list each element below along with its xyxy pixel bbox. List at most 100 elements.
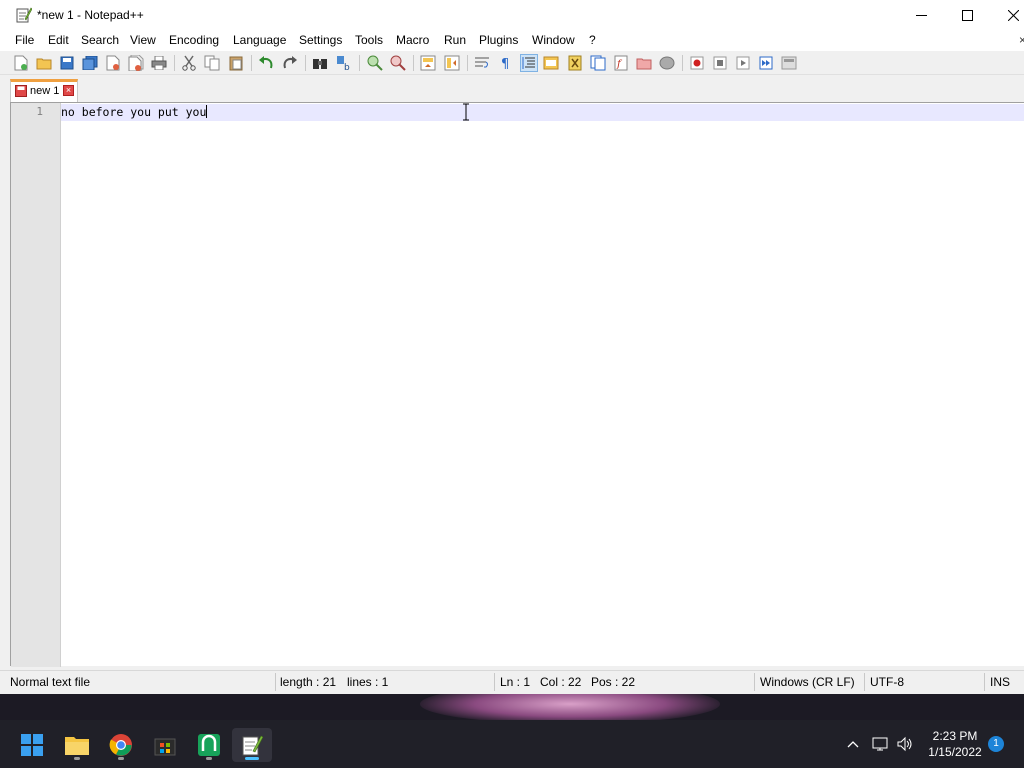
status-insert-mode: INS [990, 675, 1011, 689]
save-all-icon[interactable] [81, 54, 99, 72]
taskbar-clock[interactable]: 2:23 PM 1/15/2022 [922, 728, 988, 760]
microsoft-store-icon[interactable] [145, 728, 185, 762]
cut-icon[interactable] [180, 54, 198, 72]
find-icon[interactable] [311, 54, 329, 72]
wallpaper-glow [420, 694, 720, 720]
line-number-gutter: 1 [11, 103, 61, 667]
sync-vertical-icon[interactable] [419, 54, 437, 72]
redo-icon[interactable] [281, 54, 299, 72]
close-all-icon[interactable] [127, 54, 145, 72]
running-indicator [118, 757, 124, 760]
sync-horizontal-icon[interactable] [443, 54, 461, 72]
svg-text:b: b [344, 63, 350, 71]
svg-text:¶: ¶ [501, 57, 509, 70]
file-explorer-icon[interactable] [57, 728, 97, 762]
tab-label: new 1 [30, 85, 60, 97]
save-icon[interactable] [58, 54, 76, 72]
document-map-icon[interactable] [566, 54, 584, 72]
tab-bar: new 1 × [0, 75, 1024, 102]
menu-view[interactable]: View [130, 33, 156, 47]
menu-settings[interactable]: Settings [299, 33, 342, 47]
chrome-icon[interactable] [101, 728, 141, 762]
status-divider [754, 673, 755, 691]
running-indicator [206, 757, 212, 760]
show-all-characters-icon[interactable]: ¶ [497, 54, 515, 72]
new-file-icon[interactable] [12, 54, 30, 72]
editor-text: no before you put you [61, 105, 207, 119]
close-icon[interactable] [104, 54, 122, 72]
close-window-button[interactable] [990, 0, 1024, 31]
status-encoding: UTF-8 [870, 675, 904, 689]
toolbar: b ¶ f [0, 51, 1024, 75]
menu-tools[interactable]: Tools [355, 33, 383, 47]
minimize-icon [915, 15, 927, 16]
clock-time: 2:23 PM [932, 729, 978, 743]
folder-as-workspace-icon[interactable] [635, 54, 653, 72]
status-bar: Normal text file length : 21 lines : 1 L… [0, 670, 1024, 692]
menu-help[interactable]: ? [589, 33, 596, 47]
desktop-wallpaper [0, 694, 1024, 720]
indent-guide-icon[interactable] [520, 54, 538, 72]
status-divider [984, 673, 985, 691]
notification-badge[interactable]: 1 [988, 736, 1004, 752]
toolbar-separator [467, 55, 468, 71]
menu-encoding[interactable]: Encoding [169, 33, 219, 47]
menu-language[interactable]: Language [233, 33, 286, 47]
status-lines: lines : 1 [347, 675, 389, 689]
status-divider [494, 673, 495, 691]
undo-icon[interactable] [257, 54, 275, 72]
paste-icon[interactable] [227, 54, 245, 72]
replace-icon[interactable]: b [335, 54, 353, 72]
unsaved-file-icon [15, 85, 27, 97]
window-left-edge [0, 102, 10, 666]
save-macro-icon[interactable] [780, 54, 798, 72]
tab-close-icon[interactable]: × [63, 85, 74, 96]
word-wrap-icon[interactable] [473, 54, 491, 72]
menu-run[interactable]: Run [444, 33, 466, 47]
menu-macro[interactable]: Macro [396, 33, 429, 47]
title-bar: *new 1 - Notepad++ [0, 0, 1024, 31]
maximize-icon [961, 10, 973, 21]
text-caret [206, 105, 208, 118]
print-icon[interactable] [150, 54, 168, 72]
record-macro-icon[interactable] [688, 54, 706, 72]
line-number: 1 [36, 105, 43, 118]
notepadpp-icon[interactable] [232, 728, 272, 762]
function-list-icon[interactable]: f [612, 54, 630, 72]
green-app-icon[interactable] [189, 728, 229, 762]
minimize-button[interactable] [898, 0, 944, 31]
copy-icon[interactable] [203, 54, 221, 72]
windows-start-icon[interactable] [12, 728, 52, 762]
zoom-out-icon[interactable] [389, 54, 407, 72]
user-defined-language-icon[interactable] [542, 54, 560, 72]
status-eol: Windows (CR LF) [760, 675, 855, 689]
toolbar-separator [174, 55, 175, 71]
menu-file[interactable]: File [15, 33, 34, 47]
maximize-button[interactable] [944, 0, 990, 31]
menu-plugins[interactable]: Plugins [479, 33, 518, 47]
playback-macro-icon[interactable] [734, 54, 752, 72]
stop-recording-icon[interactable] [711, 54, 729, 72]
document-list-icon[interactable] [589, 54, 607, 72]
notepadpp-app-icon [16, 7, 32, 23]
status-file-type: Normal text file [10, 675, 91, 689]
toolbar-separator [251, 55, 252, 71]
status-length: length : 21 [280, 675, 337, 689]
editor-text-line[interactable]: no before you put you [61, 105, 208, 119]
toolbar-separator [413, 55, 414, 71]
menu-search[interactable]: Search [81, 33, 119, 47]
run-macro-multiple-icon[interactable] [757, 54, 775, 72]
clock-date: 1/15/2022 [928, 745, 982, 759]
menu-window[interactable]: Window [532, 33, 575, 47]
editor-area[interactable]: 1 no before you put you [10, 102, 1024, 667]
open-file-icon[interactable] [35, 54, 53, 72]
chevron-up-icon[interactable] [843, 734, 863, 754]
tab-new-1[interactable]: new 1 × [10, 79, 78, 102]
zoom-in-icon[interactable] [366, 54, 384, 72]
close-document-icon[interactable]: × [1019, 33, 1024, 47]
volume-icon[interactable] [895, 734, 915, 754]
menu-edit[interactable]: Edit [48, 33, 69, 47]
status-ln: Ln : 1 [500, 675, 531, 689]
monitoring-icon[interactable] [658, 54, 676, 72]
network-icon[interactable] [871, 734, 891, 754]
